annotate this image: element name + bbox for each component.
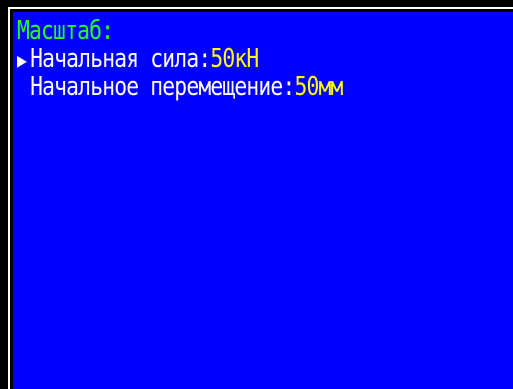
menu-item-label: Начальное перемещение: — [30, 72, 295, 102]
menu-item-label: Начальная сила: — [30, 44, 211, 74]
screen-border: Масштаб: ▶ Начальная сила:50кН Начальное … — [8, 7, 513, 389]
menu-title: Масштаб: — [17, 16, 114, 46]
menu-item-value: 50мм — [294, 72, 343, 102]
device-frame: Масштаб: ▶ Начальная сила:50кН Начальное … — [0, 0, 513, 389]
menu-item-value: 50кН — [210, 44, 259, 74]
lcd-screen: Масштаб: ▶ Начальная сила:50кН Начальное … — [13, 12, 513, 389]
menu-item-initial-force[interactable]: ▶ Начальная сила:50кН — [17, 44, 259, 74]
menu-item-initial-displacement[interactable]: Начальное перемещение:50мм — [17, 73, 343, 101]
triangle-right-icon: ▶ — [17, 48, 27, 72]
